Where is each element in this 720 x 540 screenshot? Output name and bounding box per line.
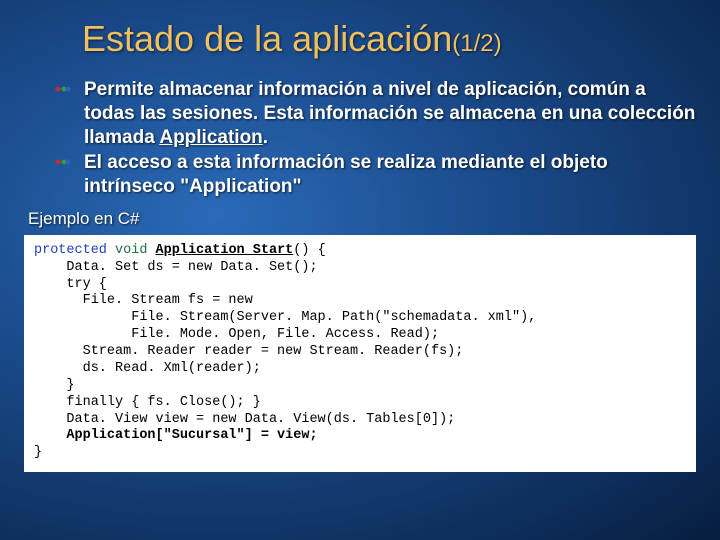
list-item: El acceso a esta información se realiza …	[52, 151, 698, 199]
example-label: Ejemplo en C#	[28, 209, 698, 229]
bullet-list: Permite almacenar información a nivel de…	[52, 78, 698, 199]
title-suffix: (1/2)	[452, 30, 501, 57]
bullet-icon	[52, 155, 74, 173]
bullet-text: Permite almacenar información a nivel de…	[84, 78, 698, 149]
title-main: Estado de la aplicación	[82, 18, 452, 59]
bullet-text: El acceso a esta información se realiza …	[84, 151, 698, 199]
list-item: Permite almacenar información a nivel de…	[52, 78, 698, 149]
bullet-icon	[52, 82, 74, 100]
code-block: protected void Application_Start() { Dat…	[24, 235, 696, 472]
slide-title: Estado de la aplicación(1/2)	[82, 18, 698, 60]
keyword-application: Application	[159, 127, 262, 148]
